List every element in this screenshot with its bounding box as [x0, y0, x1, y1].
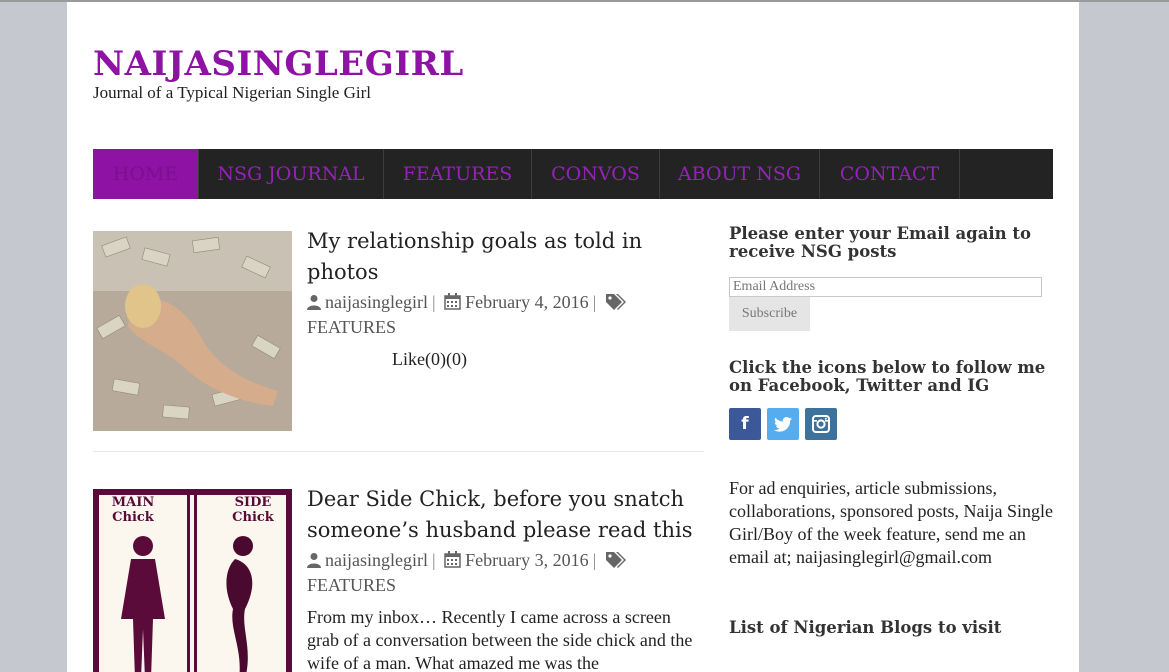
calendar-icon — [444, 293, 461, 316]
tags-icon — [605, 551, 627, 574]
nav-home[interactable]: HOME — [93, 149, 199, 199]
facebook-glyph: f — [741, 414, 749, 434]
post-author[interactable]: naijasinglegirl — [325, 550, 428, 570]
like-counter[interactable]: Like(0)(0) — [392, 349, 467, 370]
post-date: February 3, 2016 — [465, 550, 589, 570]
post-thumbnail-side-chick[interactable]: MAIN Chick SIDE Chick — [93, 489, 292, 672]
nav-nsg-journal[interactable]: NSG JOURNAL — [199, 149, 384, 199]
nav-about-nsg[interactable]: ABOUT NSG — [660, 149, 820, 199]
facebook-icon[interactable]: f — [729, 408, 761, 440]
post-title-side-chick[interactable]: Dear Side Chick, before you snatch someo… — [307, 484, 707, 546]
post-meta: naijasinglegirl | February 3, 2016 | FEATU… — [307, 549, 707, 597]
nav-features[interactable]: FEATURES — [384, 149, 532, 199]
tags-icon — [605, 293, 627, 316]
main-navigation: HOME NSG JOURNAL FEATURES CONVOS ABOUT N… — [93, 149, 1053, 199]
site-title[interactable]: NAIJASINGLEGIRL — [93, 44, 464, 84]
post-excerpt: From my inbox… Recently I came across a … — [307, 607, 693, 672]
thumb-label-side-chick: SIDE Chick — [232, 495, 274, 525]
post-author[interactable]: naijasinglegirl — [325, 292, 428, 312]
thumb-label-main-chick: MAIN Chick — [111, 495, 155, 525]
instagram-icon[interactable] — [805, 408, 837, 440]
twitter-icon[interactable] — [767, 408, 799, 440]
post-date: February 4, 2016 — [465, 292, 589, 312]
nav-convos[interactable]: CONVOS — [532, 149, 660, 199]
post-title-relationship-goals[interactable]: My relationship goals as told in photos — [307, 226, 707, 288]
subscribe-button[interactable]: Subscribe — [729, 297, 810, 331]
site-tagline: Journal of a Typical Nigerian Single Gir… — [93, 83, 371, 102]
user-icon — [307, 293, 321, 316]
follow-widget-title: Click the icons below to follow me on Fa… — [729, 358, 1046, 395]
nav-contact[interactable]: CONTACT — [820, 149, 960, 199]
ad-enquiries-text: For ad enquiries, article submissions, c… — [729, 478, 1053, 567]
calendar-icon — [444, 551, 461, 574]
email-address-input[interactable] — [729, 277, 1042, 297]
subscribe-widget-title: Please enter your Email again to receive… — [729, 224, 1032, 261]
post-divider — [93, 451, 704, 452]
page-container: NAIJASINGLEGIRL Journal of a Typical Nig… — [67, 2, 1079, 672]
post-meta: naijasinglegirl | February 4, 2016 | FEATU… — [307, 291, 707, 339]
post-category[interactable]: FEATURES — [307, 317, 396, 337]
post-category[interactable]: FEATURES — [307, 575, 396, 595]
nigerian-blogs-widget-title: List of Nigerian Blogs to visit — [729, 618, 1002, 637]
post-thumbnail-relationship-goals[interactable] — [93, 231, 292, 431]
user-icon — [307, 551, 321, 574]
